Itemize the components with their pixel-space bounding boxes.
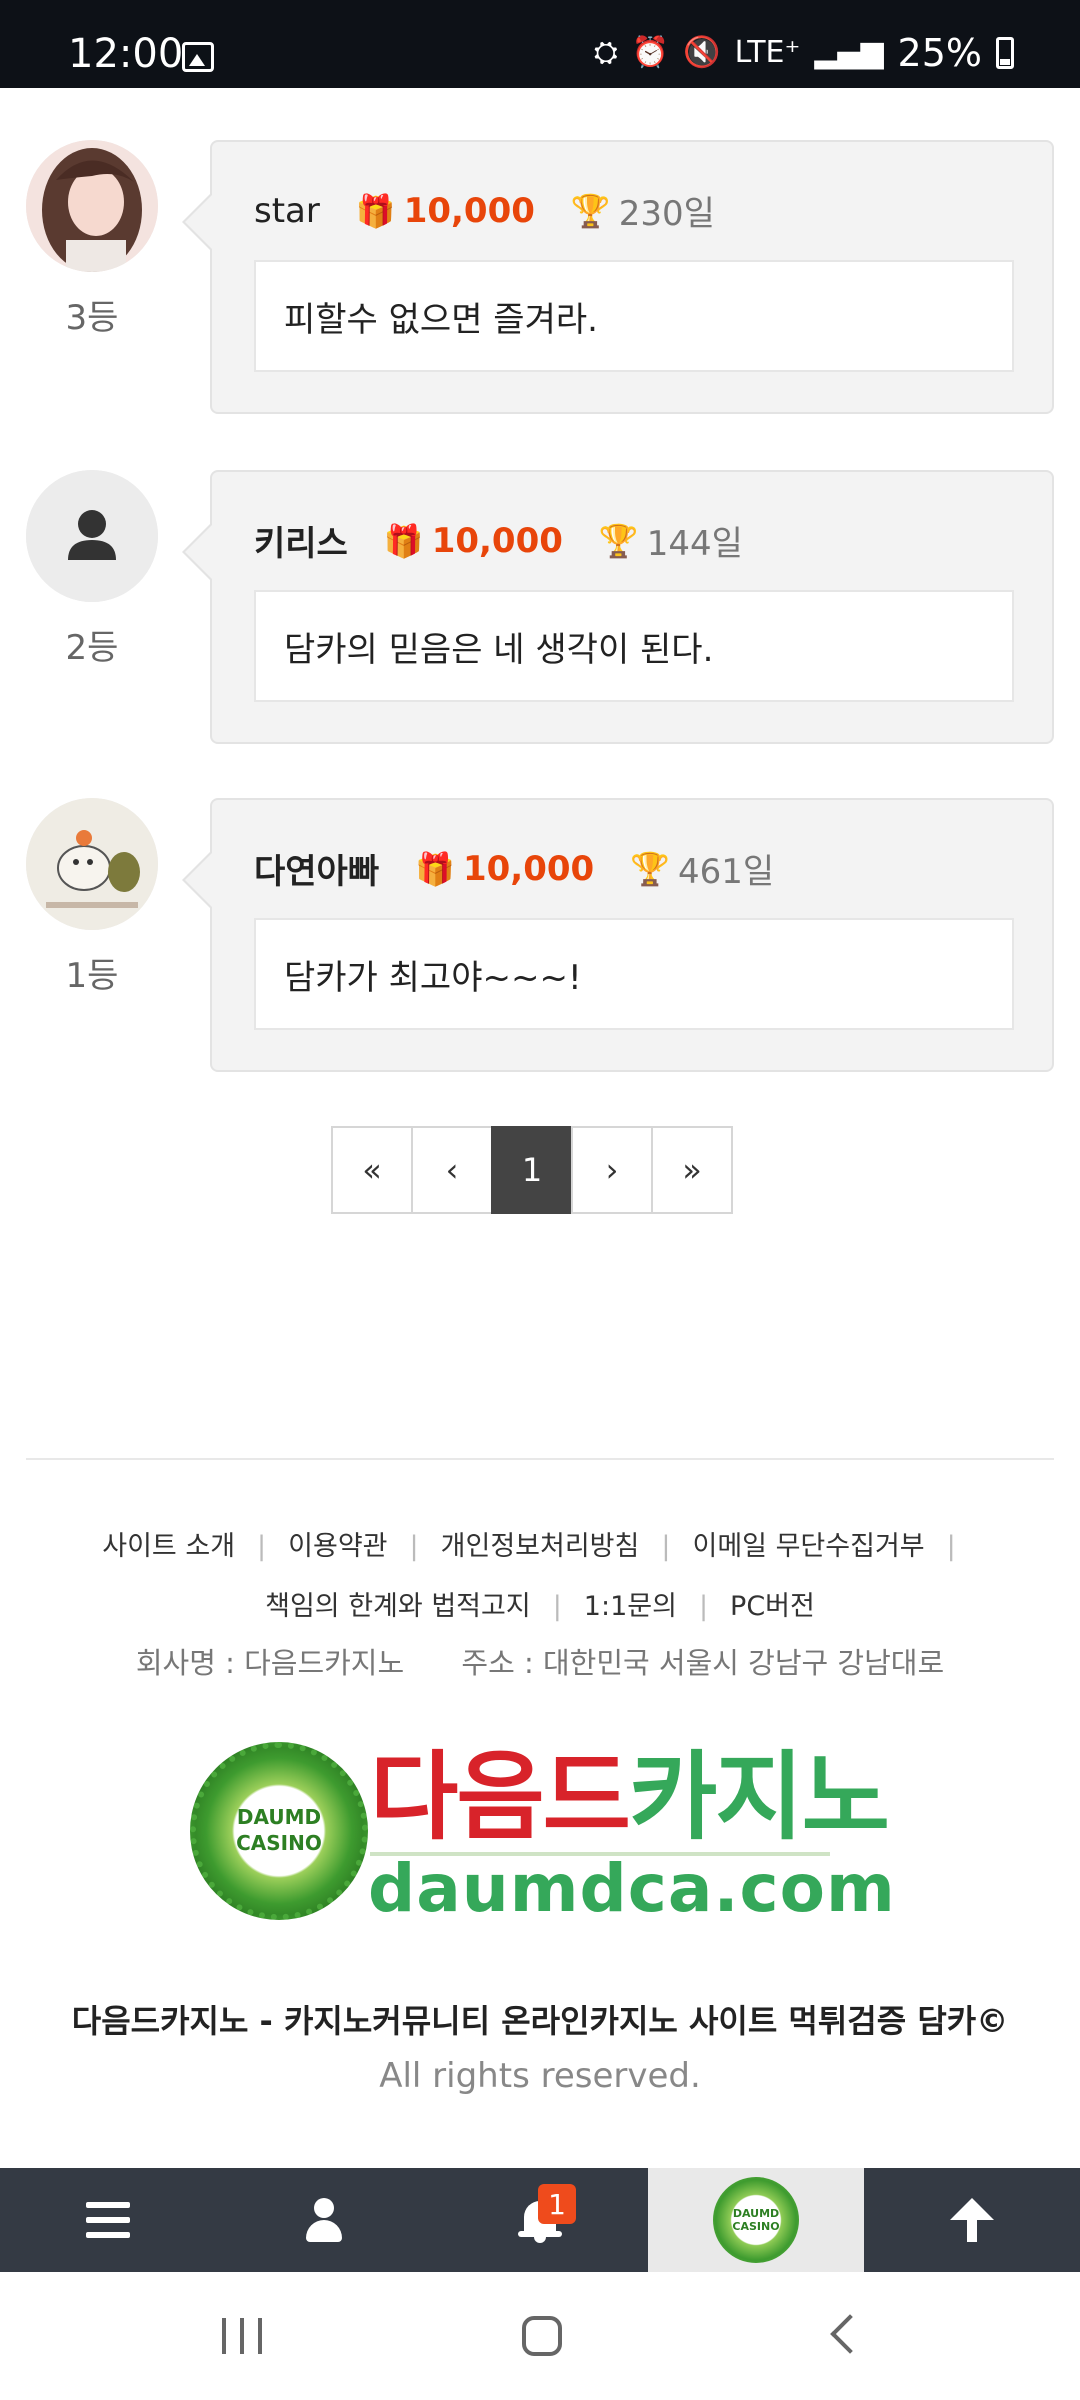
logo-title: 다음드카지노 [370, 1741, 890, 1853]
footer-divider [26, 1458, 1054, 1460]
menu-button[interactable] [0, 2168, 216, 2272]
rank-label: 1등 [65, 956, 119, 996]
comment-bubble: 다연아빠 🎁 10,000 🏆 461일 담카가 최고야~~~! [182, 798, 1054, 1072]
comment-message: 피할수 없으면 즐겨라. [254, 260, 1014, 372]
pagination: « ‹ 1 › » [331, 1126, 733, 1214]
trophy-icon: 🏆 [598, 521, 639, 560]
next-page-button[interactable]: › [571, 1126, 653, 1214]
footer-link-inquiry[interactable]: 1:1문의 [584, 1584, 677, 1623]
default-user-icon [26, 470, 158, 602]
home-logo: DAUMD CASINO [713, 2177, 799, 2263]
menu-icon [86, 2202, 130, 2238]
last-page-button[interactable]: » [651, 1126, 733, 1214]
home-icon[interactable] [522, 2316, 562, 2356]
points: 10,000 [462, 848, 595, 889]
system-nav-bar [0, 2272, 1080, 2400]
comment-meta: 다연아빠 🎁 10,000 🏆 461일 [254, 844, 774, 893]
arrow-up-icon [950, 2198, 994, 2242]
app-root: 12:00 ⛭ ⏰ 🔇 LTE⁺ ▂▄▆ 25% 3등 star 🎁 10,00… [0, 0, 1080, 2400]
gift-icon: 🎁 [355, 191, 396, 230]
points: 10,000 [431, 520, 563, 561]
gift-icon: 🎁 [415, 849, 455, 888]
photo-avatar-hamster-drawing [26, 798, 158, 930]
gift-icon: 🎁 [383, 521, 424, 560]
user-avatar[interactable] [26, 798, 158, 930]
battery-percent: 25% [897, 31, 982, 75]
photo-avatar-woman [26, 140, 158, 272]
status-bar: 12:00 ⛭ ⏰ 🔇 LTE⁺ ▂▄▆ 25% [0, 0, 1080, 88]
footer-links-row: 책임의 한계와 법적고지 | 1:1문의 | PC버전 [0, 1584, 1080, 1623]
trophy-icon: 🏆 [630, 849, 671, 888]
current-page-button[interactable]: 1 [491, 1126, 573, 1214]
user-avatar[interactable] [26, 140, 158, 272]
footer-link-terms[interactable]: 이용약관 [288, 1524, 387, 1563]
rank-label: 3등 [65, 298, 119, 338]
user-button[interactable] [216, 2168, 432, 2272]
footer-link-pc-version[interactable]: PC버전 [730, 1584, 815, 1623]
prev-page-button[interactable]: ‹ [411, 1126, 493, 1214]
nickname[interactable]: 키리스 [254, 516, 348, 565]
scroll-top-button[interactable] [864, 2168, 1080, 2272]
alarm-icon: ⏰ [631, 35, 670, 70]
days: 230일 [618, 194, 715, 234]
lte-icon: LTE⁺ [734, 35, 801, 70]
days: 144일 [646, 524, 743, 564]
comment-message: 담카의 믿음은 네 생각이 된다. [254, 590, 1014, 702]
company-address: 주소 : 대한민국 서울시 강남구 강남대로 [461, 1646, 945, 1680]
rank-item: 2등 키리스 🎁 10,000 🏆 144일 담카의 믿음은 네 생각이 된다. [0, 470, 1080, 750]
mute-icon: 🔇 [683, 35, 721, 70]
days: 461일 [678, 852, 775, 892]
back-icon[interactable] [830, 2314, 870, 2354]
battery-saver-icon: ⛭ [593, 35, 618, 70]
company-info: 회사명 : 다음드카지노 주소 : 대한민국 서울시 강남구 강남대로 [0, 1640, 1080, 1682]
comment-bubble: star 🎁 10,000 🏆 230일 피할수 없으면 즐겨라. [182, 140, 1054, 414]
comment-meta: 키리스 🎁 10,000 🏆 144일 [254, 516, 743, 565]
comment-meta: star 🎁 10,000 🏆 230일 [254, 186, 715, 235]
rank-item: 3등 star 🎁 10,000 🏆 230일 피할수 없으면 즐겨라. [0, 140, 1080, 420]
footer-link-privacy[interactable]: 개인정보처리방침 [441, 1524, 640, 1563]
battery-icon [996, 37, 1014, 69]
trophy-icon: 🏆 [570, 191, 611, 230]
first-page-button[interactable]: « [331, 1126, 413, 1214]
recents-icon[interactable] [222, 2318, 262, 2354]
footer-links-row: 사이트 소개 | 이용약관 | 개인정보처리방침 | 이메일 무단수집거부 | [0, 1524, 1080, 1563]
status-icons: ⛭ ⏰ 🔇 LTE⁺ ▂▄▆ 25% [594, 34, 1014, 72]
signal-icon: ▂▄▆ [814, 35, 884, 70]
notification-badge: 1 [538, 2184, 576, 2224]
rank-item: 1등 다연아빠 🎁 10,000 🏆 461일 담카가 최고야~~~! [0, 798, 1080, 1078]
comment-bubble: 키리스 🎁 10,000 🏆 144일 담카의 믿음은 네 생각이 된다. [182, 470, 1054, 744]
home-logo-button[interactable]: DAUMD CASINO [648, 2168, 864, 2272]
comment-message: 담카가 최고야~~~! [254, 918, 1014, 1030]
rank-label: 2등 [65, 628, 119, 668]
footer-link-disclaimer[interactable]: 책임의 한계와 법적고지 [265, 1584, 531, 1623]
logo-badge: DAUMD CASINO [190, 1742, 368, 1920]
nickname[interactable]: star [254, 191, 320, 231]
points: 10,000 [403, 190, 535, 231]
status-time: 12:00 [68, 31, 184, 77]
logo-url: daumdca.com [368, 1850, 896, 1927]
company-name: 회사명 : 다음드카지노 [135, 1646, 405, 1680]
user-avatar[interactable] [26, 470, 158, 602]
image-icon [182, 42, 214, 72]
footer-link-about[interactable]: 사이트 소개 [102, 1524, 235, 1563]
footer-link-email-policy[interactable]: 이메일 무단수집거부 [692, 1524, 924, 1563]
copyright-text: 다음드카지노 - 카지노커뮤니티 온라인카지노 사이트 먹튀검증 담카© [71, 2002, 1009, 2040]
user-icon [304, 2198, 344, 2242]
site-logo[interactable]: DAUMD CASINO 다음드카지노 daumdca.com [190, 1742, 895, 1924]
rights-text: All rights reserved. [379, 2056, 701, 2096]
nickname[interactable]: 다연아빠 [254, 844, 379, 893]
